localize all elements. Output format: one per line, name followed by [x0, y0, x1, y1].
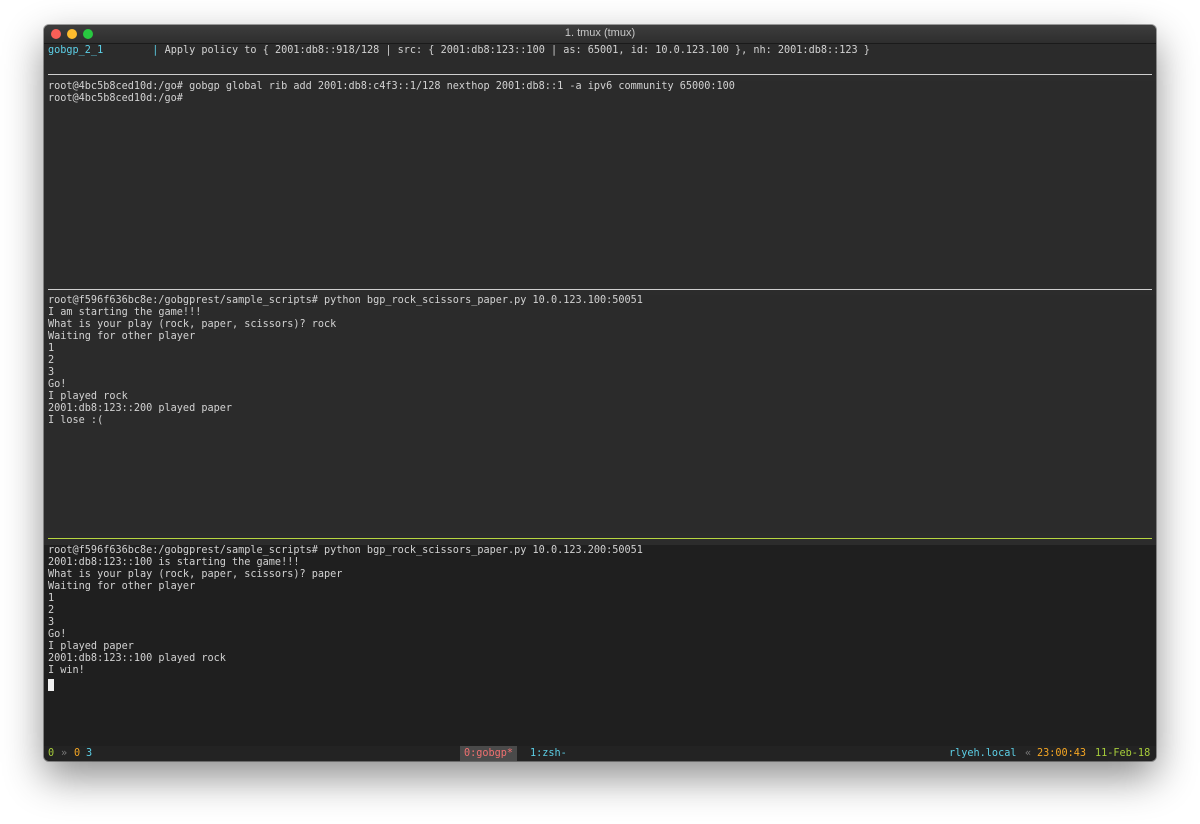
terminal-line: What is your play (rock, paper, scissors… [48, 569, 343, 580]
status-session: 0 [48, 748, 55, 759]
terminal-line: What is your play (rock, paper, scissors… [48, 319, 337, 330]
terminal-line: root@4bc5b8ced10d:/go# gobgp global rib … [48, 81, 735, 92]
terminal-line: 2001:db8:123::200 played paper [48, 403, 233, 414]
status-time: 23:00:43 [1037, 748, 1087, 759]
terminal-line: 2001:db8:123::100 is starting the game!!… [48, 557, 300, 568]
log-line: gobgp_2_1 | Apply policy to { 2001:db8::… [48, 45, 870, 57]
tmux-window-tab-gobgp[interactable]: 0:gobgp* [460, 746, 518, 761]
terminal-line: root@f596f636bc8e:/gobgprest/sample_scri… [48, 295, 643, 306]
tmux-status-bar: 0 » 0 3 0:gobgp* 1:zsh- rlyeh.local « 23… [44, 746, 1156, 761]
pane-gobgp-log[interactable]: gobgp_2_1 | Apply policy to { 2001:db8::… [44, 44, 1156, 74]
terminal-line: Waiting for other player [48, 331, 196, 342]
terminal-line: 2 [48, 605, 55, 616]
status-pane-count: 3 [86, 748, 93, 759]
pane-player-two[interactable]: root@f596f636bc8e:/gobgprest/sample_scri… [44, 545, 1156, 746]
terminal-line: I lose :( [48, 415, 104, 426]
terminal-line: 3 [48, 617, 55, 628]
terminal-line: I am starting the game!!! [48, 307, 202, 318]
terminal-line: I win! [48, 665, 85, 676]
terminal-line: 2 [48, 355, 55, 366]
window-title: 1. tmux (tmux) [564, 27, 636, 39]
status-window-index: 0 [74, 748, 81, 759]
status-hostname: rlyeh.local [949, 748, 1017, 759]
log-message: Apply policy to { 2001:db8::918/128 | sr… [164, 45, 870, 56]
pane-gobgp-cli[interactable]: root@4bc5b8ced10d:/go# gobgp global rib … [44, 81, 1156, 288]
terminal-line: I played rock [48, 391, 128, 402]
terminal-line: 1 [48, 593, 55, 604]
pane-player-one[interactable]: root@f596f636bc8e:/gobgprest/sample_scri… [44, 295, 1156, 533]
status-host-arrow: « [1025, 748, 1032, 759]
status-arrow: » [61, 748, 68, 759]
terminal-line: Go! [48, 379, 67, 390]
title-bar: 1. tmux (tmux) [44, 25, 1156, 44]
terminal-window: 1. tmux (tmux) gobgp_2_1 | Apply policy … [44, 25, 1156, 761]
terminal-line: root@f596f636bc8e:/gobgprest/sample_scri… [48, 545, 643, 556]
pane-separator[interactable] [48, 74, 1152, 75]
terminal-line: I played paper [48, 641, 134, 652]
status-date: 11-Feb-18 [1095, 748, 1151, 759]
pane-separator[interactable] [48, 289, 1152, 290]
tmux-window-tab-zsh[interactable]: 1:zsh- [530, 746, 567, 761]
terminal-line: 1 [48, 343, 55, 354]
log-host: gobgp_2_1 [48, 45, 104, 56]
terminal-line: 2001:db8:123::100 played rock [48, 653, 226, 664]
terminal-line: Go! [48, 629, 67, 640]
active-pane-separator[interactable] [48, 538, 1152, 539]
terminal-line: 3 [48, 367, 55, 378]
terminal-prompt: root@4bc5b8ced10d:/go# [48, 93, 183, 104]
terminal-cursor[interactable] [48, 679, 54, 691]
terminal-line: Waiting for other player [48, 581, 196, 592]
